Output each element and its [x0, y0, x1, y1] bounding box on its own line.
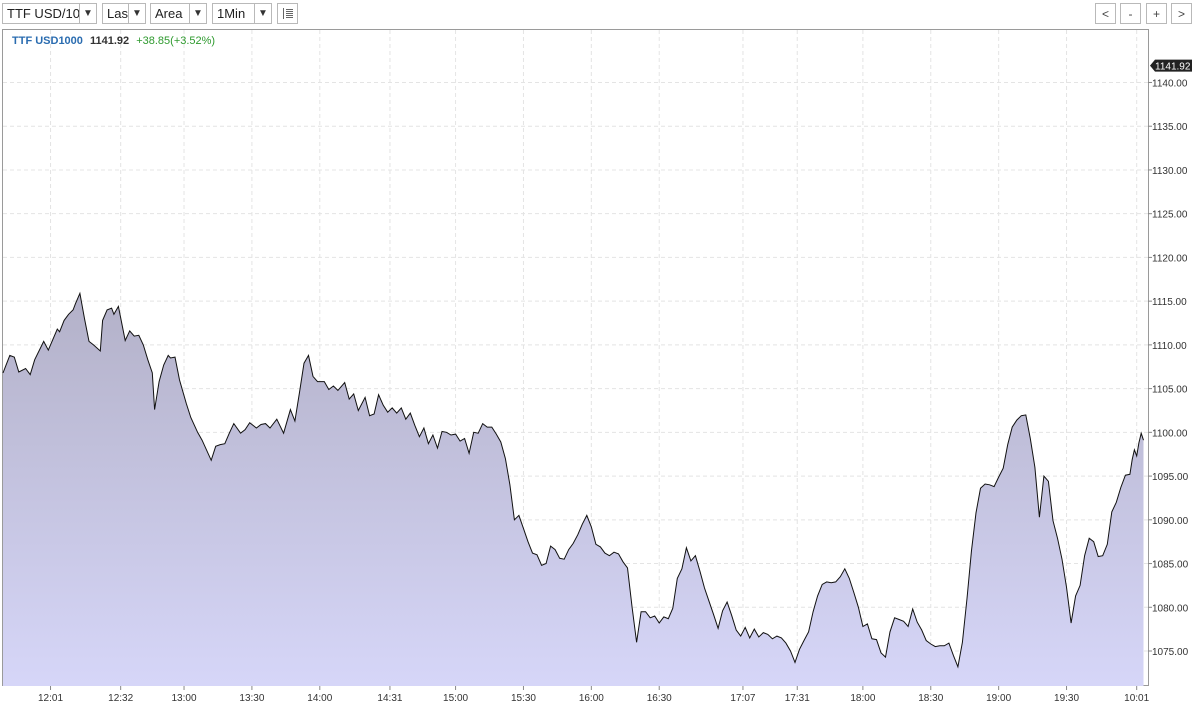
legend-last: 1141.92 [90, 35, 129, 47]
y-tick-label: 1075.00 [1152, 647, 1189, 658]
x-tick-label: 14:00 [307, 693, 332, 704]
y-tick-label: 1085.00 [1152, 560, 1189, 571]
y-tick-label: 1140.00 [1152, 78, 1188, 89]
y-tick-label: 1105.00 [1152, 385, 1188, 396]
x-tick-label: 13:30 [239, 693, 264, 704]
y-tick-label: 1115.00 [1152, 297, 1187, 308]
x-axis: 12:01 12:32 13:00 13:30 14:00 14:31 15:00 15:30… [38, 686, 1150, 704]
y-tick-label: 1125.00 [1152, 210, 1188, 221]
y-tick-label: 1095.00 [1152, 472, 1189, 483]
x-tick-label: 19:30 [1054, 693, 1079, 704]
last-price-marker: 1141.92 [1150, 59, 1192, 73]
x-tick-label: 16:30 [647, 693, 672, 704]
x-tick-label: 18:00 [850, 693, 875, 704]
x-tick-label: 13:00 [172, 693, 197, 704]
y-tick-label: 1110.00 [1152, 341, 1187, 352]
last-price-label: 1141.92 [1155, 62, 1191, 73]
y-axis: 1075.00 1080.00 1085.00 1090.00 1095.00 1100.… [1148, 78, 1189, 658]
x-tick-label: 12:01 [38, 693, 63, 704]
x-tick-label: 17:31 [785, 693, 810, 704]
y-tick-label: 1080.00 [1152, 603, 1189, 614]
x-tick-label: 10:01 [1124, 693, 1149, 704]
x-tick-label: 12:32 [108, 693, 133, 704]
legend-change: +38.85(+3.52%) [136, 35, 215, 47]
x-tick-label: 16:00 [579, 693, 604, 704]
x-tick-label: 14:31 [377, 693, 402, 704]
y-tick-label: 1130.00 [1152, 166, 1188, 177]
y-tick-label: 1135.00 [1152, 122, 1188, 133]
x-tick-label: 15:00 [443, 693, 468, 704]
y-tick-label: 1120.00 [1152, 253, 1188, 264]
x-tick-label: 17:07 [730, 693, 755, 704]
y-tick-label: 1090.00 [1152, 516, 1189, 527]
y-tick-label: 1100.00 [1152, 428, 1188, 439]
price-chart[interactable]: 1075.00 1080.00 1085.00 1090.00 1095.00 1100.… [0, 0, 1193, 708]
legend: TTF USD1000 1141.92 +38.85(+3.52%) [12, 35, 215, 47]
legend-name: TTF USD1000 [12, 35, 83, 47]
x-tick-label: 19:00 [986, 693, 1011, 704]
x-tick-label: 18:30 [918, 693, 943, 704]
x-tick-label: 15:30 [511, 693, 536, 704]
